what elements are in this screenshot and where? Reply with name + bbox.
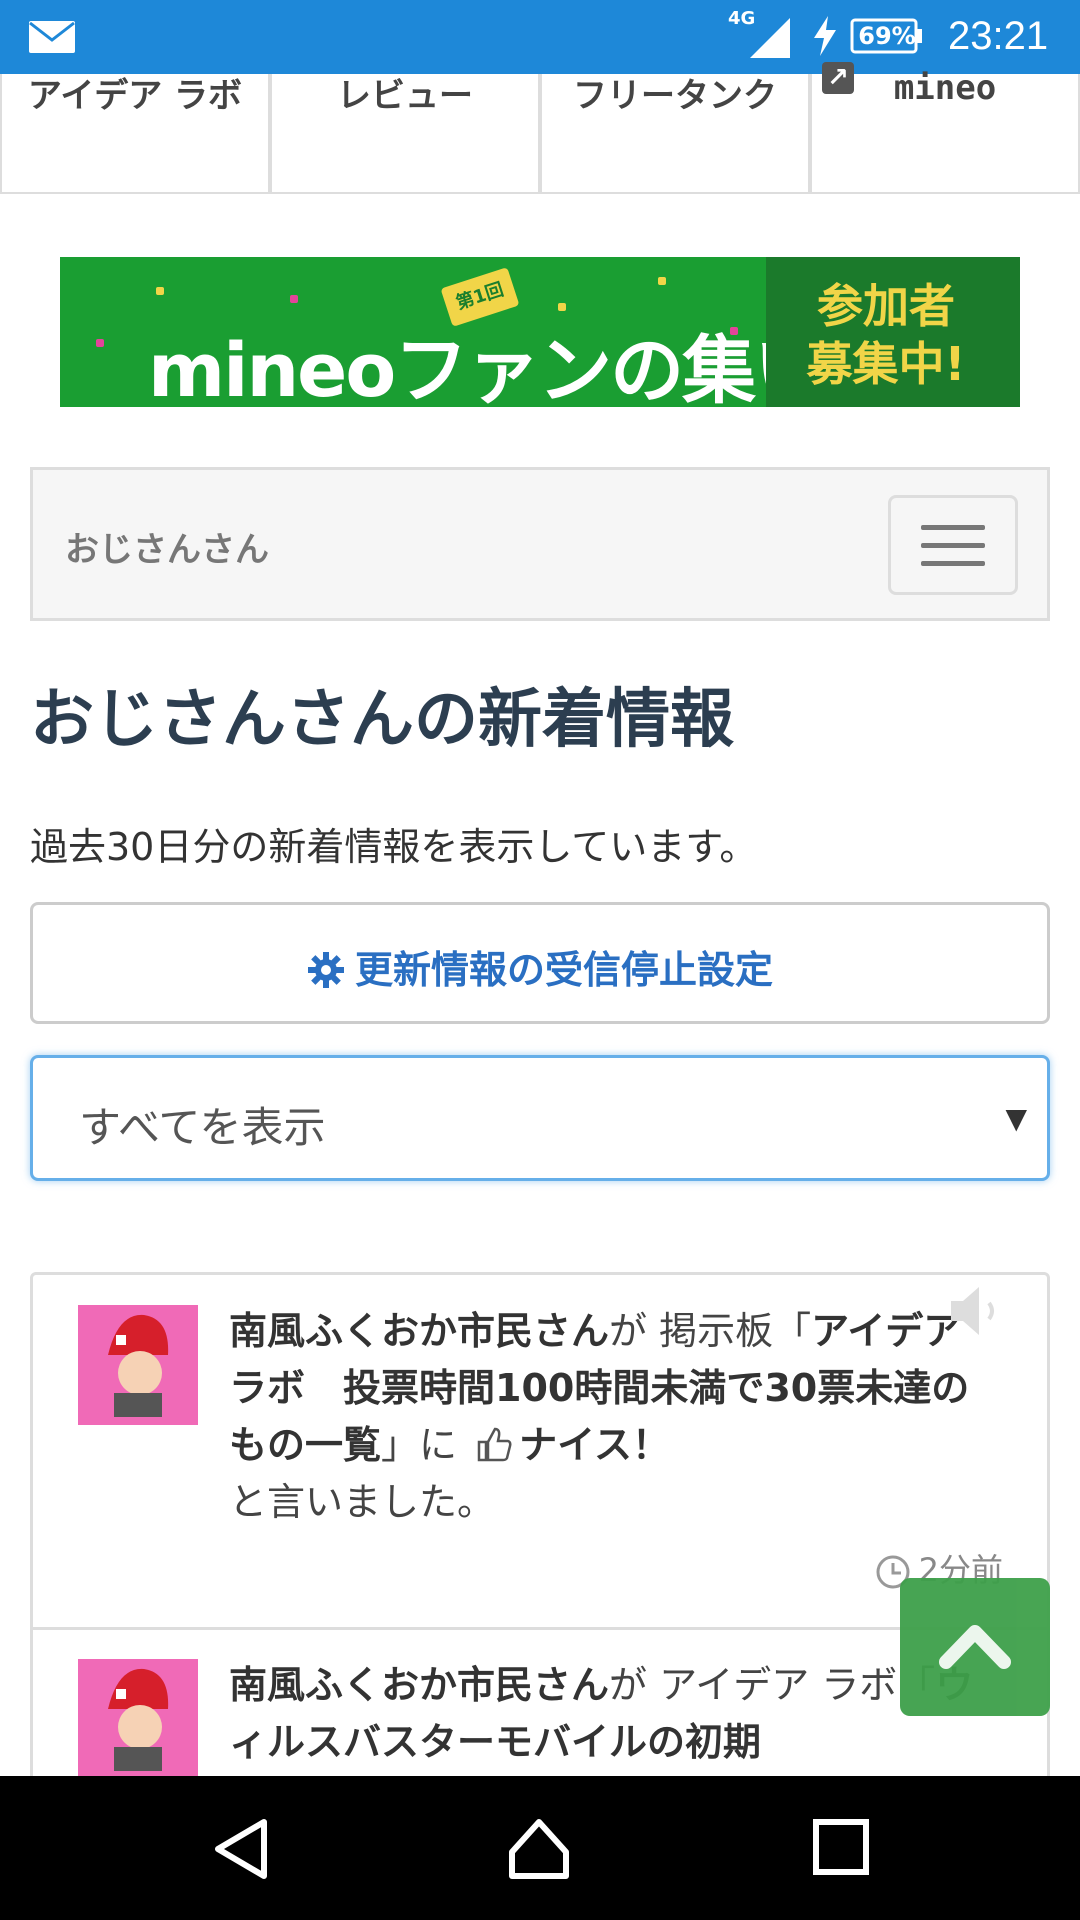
banner-brand: mineoファンの集い bbox=[148, 328, 828, 407]
page-title: おじさんさんの新着情報 bbox=[30, 683, 734, 757]
feed-item-text: 南風ふくおか市民さんが アイデア ラボ「ウィルスバスターモバイルの初期 bbox=[229, 1657, 989, 1771]
avatar-character-icon bbox=[108, 1668, 169, 1771]
confetti bbox=[658, 277, 666, 285]
page-description: 過去30日分の新着情報を表示しています。 bbox=[30, 825, 758, 869]
user-navbar: おじさんさん bbox=[30, 467, 1050, 621]
unsubscribe-settings-button[interactable]: 更新情報の受信停止設定 bbox=[30, 902, 1050, 1024]
confetti bbox=[96, 339, 104, 347]
tab-free-tank[interactable]: フリータンク bbox=[540, 74, 810, 194]
tab-review[interactable]: レビュー bbox=[270, 74, 540, 194]
avatar[interactable] bbox=[78, 1659, 198, 1779]
charging-icon bbox=[814, 16, 836, 56]
chevron-up-icon bbox=[939, 1625, 1011, 1669]
tab-label: レビュー bbox=[337, 76, 473, 116]
mail-icon bbox=[29, 21, 75, 53]
banner-cta: 参加者 募集中! bbox=[766, 257, 1020, 407]
scroll-to-top-button[interactable] bbox=[900, 1578, 1050, 1716]
feed-user-link[interactable]: 南風ふくおか市民さん bbox=[229, 1309, 609, 1353]
gear-icon bbox=[307, 952, 344, 988]
speaker-icon[interactable] bbox=[945, 1281, 1009, 1341]
tab-label: フリータンク bbox=[573, 76, 777, 116]
tab-label: mineo bbox=[893, 68, 997, 108]
feed-divider bbox=[33, 1627, 1047, 1630]
feed-close: 」に bbox=[381, 1423, 458, 1467]
status-bar: 4G 69% 23:21 bbox=[0, 0, 1080, 74]
thumbs-up-icon bbox=[477, 1427, 512, 1462]
confetti bbox=[558, 303, 566, 311]
feed-item-text: 南風ふくおか市民さんが 掲示板「アイデアラボ 投票時間100時間未満で30票未達… bbox=[229, 1303, 989, 1531]
clock: 23:21 bbox=[948, 14, 1049, 58]
feed-particle: が bbox=[609, 1663, 648, 1707]
feed-particle: が bbox=[609, 1309, 648, 1353]
filter-select[interactable]: すべてを表示 ▼ bbox=[30, 1055, 1050, 1181]
tab-idea-lab[interactable]: アイデア ラボ bbox=[0, 74, 270, 194]
banner-cta-text: 参加者 募集中! bbox=[786, 277, 986, 393]
home-icon[interactable] bbox=[506, 1816, 572, 1882]
hamburger-icon bbox=[921, 561, 985, 566]
chevron-down-icon: ▼ bbox=[1005, 1102, 1027, 1135]
user-name[interactable]: おじさんさん bbox=[65, 522, 269, 571]
feed-board: アイデア ラボ「 bbox=[659, 1663, 936, 1707]
hamburger-icon bbox=[921, 543, 985, 548]
back-icon[interactable] bbox=[212, 1816, 272, 1882]
feed-action: ナイス！ bbox=[519, 1423, 670, 1467]
confetti bbox=[290, 295, 298, 303]
system-navigation-bar bbox=[0, 1776, 1080, 1920]
signal-icon bbox=[750, 18, 790, 58]
activity-feed: 南風ふくおか市民さんが 掲示板「アイデアラボ 投票時間100時間未満で30票未達… bbox=[30, 1272, 1050, 1832]
filter-value: すべてを表示 bbox=[79, 1103, 326, 1152]
recent-apps-icon[interactable] bbox=[812, 1816, 870, 1878]
avatar[interactable] bbox=[78, 1305, 198, 1425]
event-banner[interactable]: 第1回 mineoファンの集い 参加者 募集中! bbox=[60, 257, 1020, 407]
banner-cta-line2: 募集中! bbox=[806, 337, 966, 391]
battery-level: 69% bbox=[858, 22, 916, 50]
feed-user-link[interactable]: 南風ふくおか市民さん bbox=[229, 1663, 609, 1707]
unsubscribe-inner: 更新情報の受信停止設定 bbox=[33, 939, 1047, 994]
avatar-character-icon bbox=[108, 1314, 169, 1417]
tab-label: アイデア ラボ bbox=[27, 76, 243, 116]
feed-tail: と言いました。 bbox=[229, 1480, 496, 1524]
top-tabs: アイデア ラボ レビュー フリータンク mineo ↗ bbox=[0, 62, 1080, 196]
confetti bbox=[156, 287, 164, 295]
feed-board: 掲示板「 bbox=[659, 1309, 812, 1353]
hamburger-icon bbox=[921, 525, 985, 530]
external-link-icon: ↗ bbox=[822, 62, 854, 94]
hamburger-menu-button[interactable] bbox=[888, 495, 1018, 595]
tab-mineo[interactable]: mineo ↗ bbox=[810, 62, 1080, 194]
banner-cta-line1: 参加者 bbox=[817, 279, 955, 333]
tab-mineo-wrap: mineo ↗ bbox=[812, 62, 1078, 108]
unsubscribe-label: 更新情報の受信停止設定 bbox=[354, 948, 773, 992]
